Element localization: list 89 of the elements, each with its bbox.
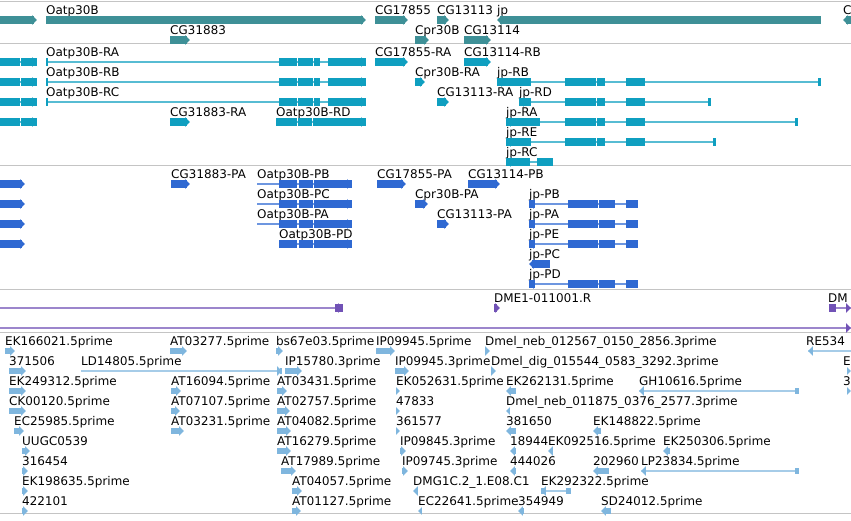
feature-label: jp bbox=[497, 3, 508, 17]
feature-label: Oatp30B-RD bbox=[276, 105, 351, 119]
feature-label: 361577 bbox=[396, 414, 442, 428]
feature-label: CG31883-PA bbox=[171, 167, 246, 181]
feature-label: jp-RD bbox=[519, 85, 552, 99]
feature-label: 381650 bbox=[506, 414, 552, 428]
feature-label: CG13113-PA bbox=[437, 207, 512, 221]
feature-label: AT03277.5prime bbox=[170, 334, 270, 348]
feature-label: jp-PD bbox=[529, 267, 561, 281]
feature-label: DM bbox=[828, 291, 848, 305]
feature-label: C bbox=[843, 3, 851, 17]
feature-label: IP09945.3prime bbox=[395, 354, 490, 368]
feature-label: AT04057.5prime bbox=[292, 474, 392, 488]
feature-label: AT16279.5prime bbox=[277, 434, 376, 448]
feature-label: bs67e03.5prime bbox=[276, 334, 374, 348]
feature-label: AT02757.5prime bbox=[277, 394, 376, 408]
feature-label: CG31883-RA bbox=[170, 105, 246, 119]
feature-label: IP09745.3prime bbox=[402, 454, 498, 468]
feature-label: Oatp30B-PA bbox=[257, 207, 329, 221]
feature-label: 316454 bbox=[22, 454, 68, 468]
feature-label: AT03431.5prime bbox=[277, 374, 376, 388]
feature-label: 3 bbox=[843, 374, 851, 388]
feature-label: EK292322.5prime bbox=[541, 474, 649, 488]
feature-label: IP09845.3prime bbox=[400, 434, 496, 448]
feature-label: jp-RC bbox=[506, 145, 538, 159]
feature-label: 47833 bbox=[396, 394, 434, 408]
feature-label: Oatp30B-PD bbox=[279, 227, 352, 241]
feature-label: E bbox=[843, 354, 851, 368]
feature-label: Oatp30B bbox=[46, 3, 99, 17]
feature-label: AT03231.5prime bbox=[171, 414, 270, 428]
feature-label: jp-PC bbox=[529, 247, 560, 261]
feature-label: jp-PA bbox=[529, 207, 559, 221]
feature-label: SD24012.5prime bbox=[601, 494, 702, 508]
feature-label: 18944 bbox=[510, 434, 548, 448]
feature-label: GH10616.5prime bbox=[639, 374, 742, 388]
feature-label: CG13113 bbox=[437, 3, 493, 17]
feature-label: Oatp30B-PB bbox=[257, 167, 330, 181]
feature-label: Cpr30B-RA bbox=[415, 65, 480, 79]
feature-label: RE534 bbox=[806, 334, 845, 348]
feature-label: CG13113-RA bbox=[437, 85, 514, 99]
feature-label: Oatp30B-RB bbox=[46, 65, 120, 79]
feature-label: jp-RB bbox=[497, 65, 529, 79]
feature-label: EK262131.5prime bbox=[506, 374, 614, 388]
feature-label: Dmel_neb_011875_0376_2577.3prime bbox=[506, 394, 738, 408]
feature-label: EK250306.5prime bbox=[663, 434, 771, 448]
feature-label: EK052631.5prime bbox=[396, 374, 504, 388]
feature-label: AT04082.5prime bbox=[277, 414, 376, 428]
feature-label: jp-RE bbox=[506, 125, 538, 139]
feature-label: AT07107.5prime bbox=[171, 394, 270, 408]
feature-label: EC22641.5prime bbox=[418, 494, 519, 508]
feature-label: jp-PE bbox=[529, 227, 560, 241]
feature-label: CG17855-RA bbox=[375, 45, 452, 59]
feature-label: EC25985.5prime bbox=[14, 414, 115, 428]
feature-label: EK166021.5prime bbox=[5, 334, 113, 348]
feature-label: CG13114-PB bbox=[468, 167, 544, 181]
feature-label: jp-PB bbox=[529, 187, 560, 201]
feature-label: 371506 bbox=[9, 354, 55, 368]
feature-label: Dmel_neb_012567_0150_2856.3prime bbox=[485, 334, 717, 348]
feature-label: CG17855-PA bbox=[377, 167, 452, 181]
feature-label: AT01127.5prime bbox=[292, 494, 392, 508]
feature-label: IP15780.3prime bbox=[285, 354, 380, 368]
feature-label: IP09945.5prime bbox=[376, 334, 472, 348]
feature-label: CK00120.5prime bbox=[9, 394, 110, 408]
feature-label: 444026 bbox=[510, 454, 556, 468]
feature-label: CG13114-RB bbox=[464, 45, 541, 59]
feature-label: AT17989.5prime bbox=[281, 454, 380, 468]
feature-label: Oatp30B-RA bbox=[46, 45, 120, 59]
feature-label: CG13114 bbox=[464, 23, 520, 37]
feature-label: AT16094.5prime bbox=[171, 374, 270, 388]
feature-label: CG17855 bbox=[375, 3, 431, 17]
feature-label: DMG1C.2_1.E08.C1 bbox=[413, 474, 530, 488]
feature-label: LP23834.5prime bbox=[641, 454, 740, 468]
feature-label: LD14805.5prime bbox=[81, 354, 182, 368]
feature-label: CG31883 bbox=[170, 23, 226, 37]
feature-label: 354949 bbox=[518, 494, 564, 508]
feature-label: EK092516.5prime bbox=[548, 434, 656, 448]
feature-label: 202960 bbox=[593, 454, 639, 468]
feature-label: Cpr30B bbox=[415, 23, 460, 37]
feature-label: Dmel_dig_015544_0583_3292.3prime bbox=[491, 354, 719, 368]
feature-label: UUGC0539 bbox=[22, 434, 88, 448]
feature-label: Cpr30B-PA bbox=[415, 187, 478, 201]
feature-label: jp-RA bbox=[506, 105, 538, 119]
feature-label: EK198635.5prime bbox=[22, 474, 130, 488]
feature-label: Oatp30B-PC bbox=[257, 187, 330, 201]
feature-label: DME1-011001.R bbox=[494, 291, 592, 305]
feature-label: EK148822.5prime bbox=[593, 414, 701, 428]
feature-label: Oatp30B-RC bbox=[46, 85, 120, 99]
feature-label: EK249312.5prime bbox=[9, 374, 117, 388]
feature-label: 422101 bbox=[22, 494, 68, 508]
